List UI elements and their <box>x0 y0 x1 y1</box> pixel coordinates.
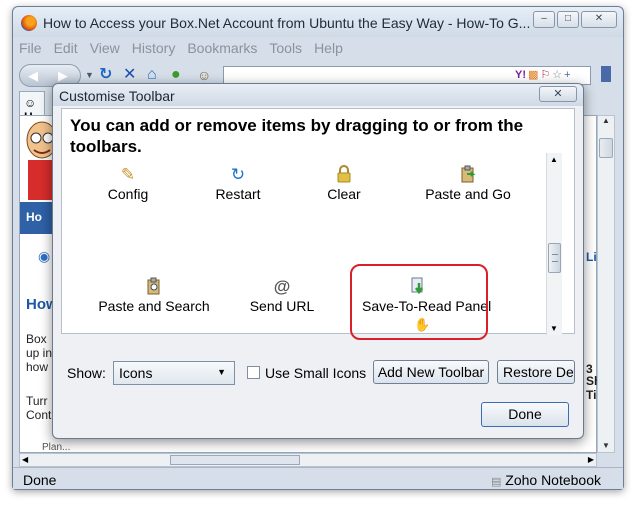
menu-tools[interactable]: Tools <box>269 40 302 56</box>
article-text-line: Box <box>26 332 47 346</box>
palette-item-label: Paste and Go <box>425 186 511 202</box>
green-addon-icon[interactable]: ● <box>171 67 181 83</box>
show-label: Show: <box>67 365 106 381</box>
menu-view[interactable]: View <box>90 40 120 56</box>
article-text-line: up in <box>26 346 53 360</box>
at-icon: @ <box>273 277 291 296</box>
config-icon: ✎ <box>120 165 136 184</box>
dialog-titlebar: Customise Toolbar ✕ <box>53 84 583 106</box>
done-button[interactable]: Done <box>481 402 569 427</box>
article-text-line: Turr <box>26 394 48 408</box>
page-horizontal-scrollbar[interactable]: ◀ ▶ <box>19 453 597 467</box>
zoho-notebook-addon[interactable]: ▤ Zoho Notebook <box>491 472 601 488</box>
site-favicon-icon: ☺ <box>197 67 212 83</box>
palette-item-label: Send URL <box>249 298 315 314</box>
plus-icon[interactable]: + <box>564 69 570 82</box>
site-small-icon: ◉ <box>38 248 51 264</box>
back-arrow-icon[interactable]: ◀ <box>28 68 38 84</box>
article-text-line: Cont <box>26 408 52 422</box>
show-select-value: Icons <box>119 365 153 381</box>
menu-help[interactable]: Help <box>314 40 343 56</box>
zoho-icon: ▤ <box>490 476 502 488</box>
palette-scroll-down-icon[interactable]: ▼ <box>550 324 558 333</box>
minimize-button[interactable]: – <box>533 11 555 28</box>
sidebar-bookmark-icon[interactable] <box>601 66 611 82</box>
menu-bookmarks[interactable]: Bookmarks <box>187 40 257 56</box>
tab-active[interactable]: ☺ H <box>19 91 45 124</box>
palette-scroll-up-icon[interactable]: ▲ <box>550 155 558 164</box>
dialog-close-button[interactable]: ✕ <box>539 86 577 102</box>
history-dropdown-icon[interactable]: ▼ <box>85 70 94 80</box>
right-column-link[interactable]: Li <box>586 250 597 264</box>
small-icons-label[interactable]: Use Small Icons <box>265 365 366 381</box>
status-bar: Done ▤ Zoho Notebook <box>13 467 623 489</box>
palette-item-paste-and-search[interactable]: Paste and Search <box>98 277 210 314</box>
close-window-button[interactable]: ✕ <box>581 11 617 28</box>
menu-bar: File Edit View History Bookmarks Tools H… <box>19 40 355 56</box>
scroll-grip-icon <box>552 254 558 262</box>
lock-icon <box>288 165 400 185</box>
rss-icon[interactable]: ▩ <box>528 69 538 82</box>
dialog-title: Customise Toolbar <box>59 88 175 104</box>
footer-fragment: Plan... <box>42 442 71 453</box>
palette-item-paste-and-go[interactable]: Paste and Go <box>412 165 524 202</box>
palette-scroll-thumb[interactable] <box>548 243 561 273</box>
article-text-line: how <box>26 360 49 374</box>
palette-item-label: Clear <box>327 186 361 202</box>
firefox-icon <box>21 15 37 31</box>
home-icon[interactable]: ⌂ <box>147 67 157 83</box>
palette-item-label: Config <box>107 186 149 202</box>
show-options-row: Show: Icons ▼ Use Small Icons Add New To… <box>61 360 575 386</box>
window-titlebar: How to Access your Box.Net Account from … <box>13 7 623 37</box>
add-new-toolbar-button[interactable]: Add New Toolbar <box>373 360 489 384</box>
right-column-text: Ti <box>586 388 597 402</box>
chevron-down-icon: ▼ <box>217 367 226 377</box>
forward-arrow-icon[interactable]: ▶ <box>58 68 68 84</box>
scroll-thumb[interactable] <box>599 138 613 158</box>
show-select[interactable]: Icons ▼ <box>113 361 235 385</box>
page-vertical-scrollbar[interactable]: ▲ ▼ <box>597 115 615 453</box>
restart-icon: ↻ <box>230 165 246 184</box>
hscroll-thumb[interactable] <box>170 455 300 465</box>
tab-favicon-icon: ☺ <box>24 96 37 110</box>
us-flag-icon[interactable]: ⚐ <box>540 69 550 82</box>
scroll-right-icon[interactable]: ▶ <box>588 455 594 464</box>
restore-default-set-button[interactable]: Restore Default Set <box>497 360 575 384</box>
dialog-heading: You can add or remove items by dragging … <box>70 116 524 156</box>
scroll-left-icon[interactable]: ◀ <box>22 455 28 464</box>
star-bookmark-icon[interactable]: ☆ <box>552 69 562 82</box>
customise-toolbar-dialog: Customise Toolbar ✕ You can add or remov… <box>52 83 584 439</box>
palette-item-config[interactable]: ✎ Config <box>72 165 184 202</box>
paste-go-icon <box>412 165 524 185</box>
palette-scrollbar[interactable]: ▲ ▼ <box>546 153 562 335</box>
zoho-label: Zoho Notebook <box>505 472 601 488</box>
palette-item-send-url[interactable]: @ Send URL <box>226 277 338 314</box>
url-bar-icons: Y! ▩ ⚐ ☆ + <box>515 69 571 82</box>
hand-cursor-icon: ✋ <box>414 317 431 332</box>
scroll-down-icon[interactable]: ▼ <box>598 441 614 450</box>
small-icons-checkbox[interactable] <box>247 366 260 379</box>
site-nav-label: Ho <box>26 210 42 224</box>
paste-search-icon <box>98 277 210 297</box>
window-controls: – □ ✕ <box>531 11 617 28</box>
maximize-button[interactable]: □ <box>557 11 579 28</box>
palette-item-clear[interactable]: Clear <box>288 165 400 202</box>
menu-file[interactable]: File <box>19 40 42 56</box>
stop-icon[interactable]: ✕ <box>123 67 136 83</box>
scroll-up-icon[interactable]: ▲ <box>598 116 614 125</box>
menu-history[interactable]: History <box>132 40 176 56</box>
yahoo-icon[interactable]: Y! <box>515 69 526 82</box>
window-title: How to Access your Box.Net Account from … <box>43 15 531 31</box>
toolbar-palette: You can add or remove items by dragging … <box>61 108 575 340</box>
reload-icon[interactable]: ↻ <box>99 67 112 83</box>
palette-item-label: Restart <box>215 186 261 202</box>
palette-item-label: Paste and Search <box>98 298 210 314</box>
status-text: Done <box>23 472 57 488</box>
palette-item-restart[interactable]: ↻ Restart <box>182 165 294 202</box>
menu-edit[interactable]: Edit <box>54 40 78 56</box>
